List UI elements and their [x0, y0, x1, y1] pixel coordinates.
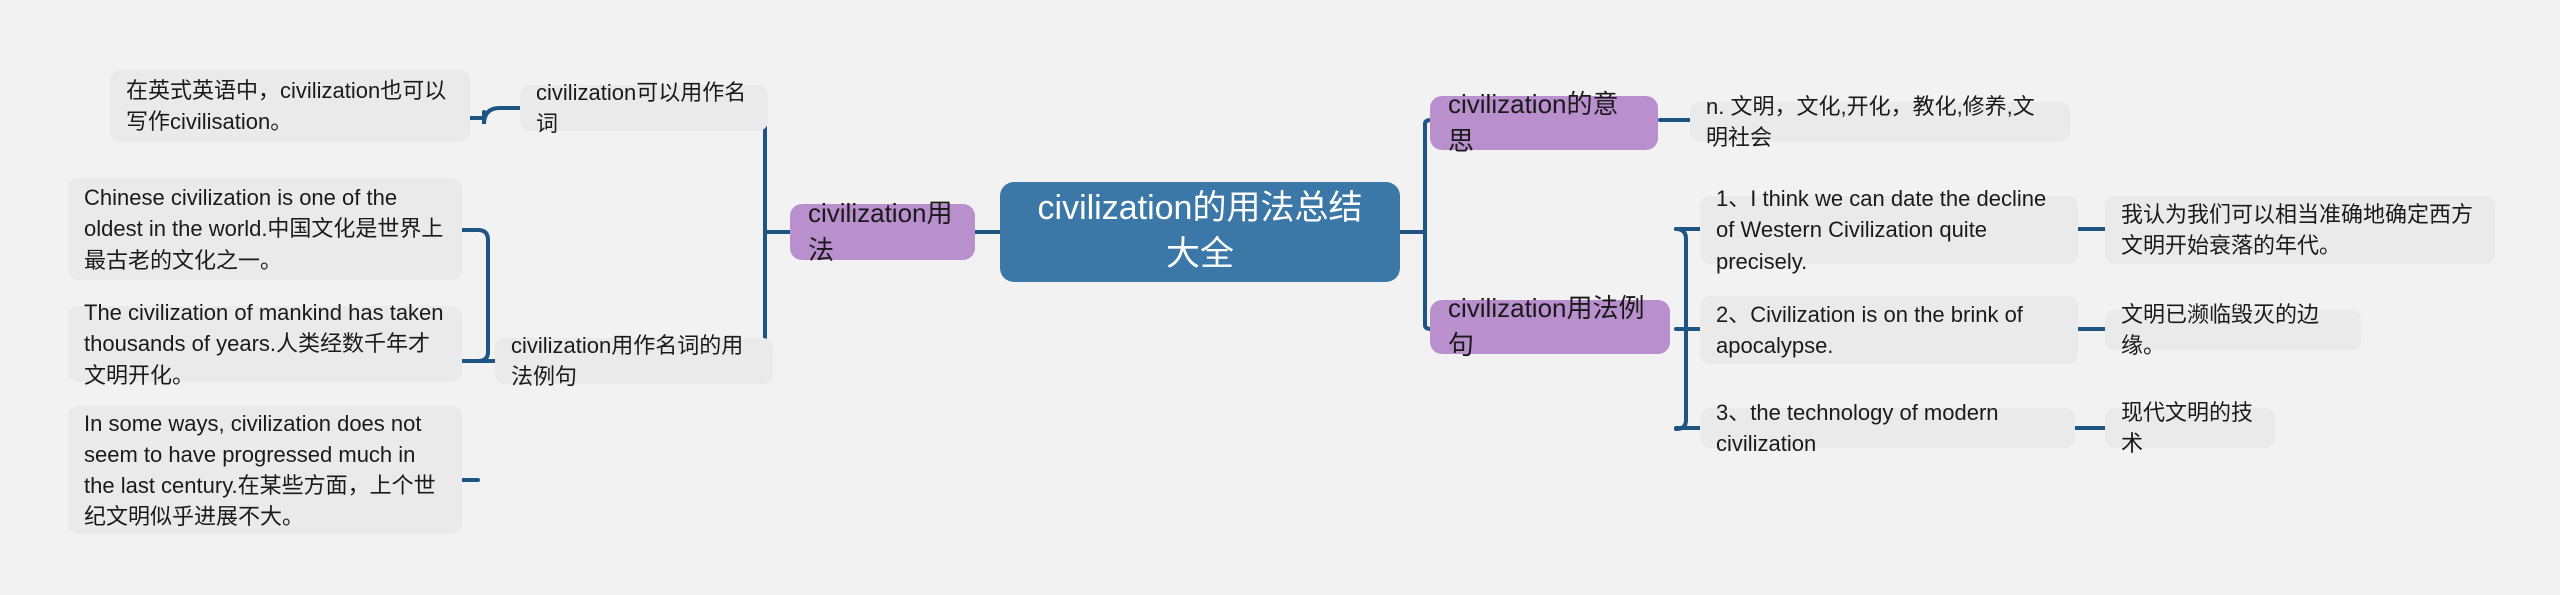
right-example-3[interactable]: 3、the technology of modern civilization	[1700, 400, 2075, 456]
branch-civilization-meaning-label: civilization的意思	[1448, 89, 1619, 156]
meaning-definition-text: n. 文明，文化,开化，教化,修养,文明社会	[1706, 93, 2035, 150]
left-child-noun-examples[interactable]: civilization用作名词的用法例句	[495, 333, 773, 389]
left-example-2[interactable]: The civilization of mankind has taken th…	[68, 300, 462, 388]
link-right-b2-trunk	[1674, 227, 1688, 431]
left-child-noun-usage[interactable]: civilization可以用作名词	[520, 80, 768, 136]
meaning-definition[interactable]: n. 文明，文化,开化，教化,修养,文明社会	[1690, 94, 2070, 150]
left-child-noun-examples-label: civilization用作名词的用法例句	[511, 332, 744, 389]
branch-civilization-example-sentences[interactable]: civilization用法例句	[1430, 293, 1670, 360]
left-example-1[interactable]: Chinese civilization is one of the oldes…	[68, 178, 462, 280]
right-example-2[interactable]: 2、Civilization is on the brink of apocal…	[1700, 296, 2078, 364]
branch-civilization-usage-label: civilization用法	[808, 198, 953, 265]
mindmap-canvas: civilization的用法总结大全 civilization用法 civil…	[0, 0, 2560, 595]
right-example-3-translation[interactable]: 现代文明的技术	[2105, 400, 2275, 456]
right-example-1[interactable]: 1、I think we can date the decline of Wes…	[1700, 186, 2078, 274]
branch-civilization-meaning[interactable]: civilization的意思	[1430, 89, 1658, 156]
left-child-noun-usage-label: civilization可以用作名词	[536, 79, 747, 136]
right-example-3-translation-text: 现代文明的技术	[2121, 399, 2254, 456]
left-example-3[interactable]: In some ways, civilization does not seem…	[68, 406, 462, 534]
right-example-3-text: 3、the technology of modern civilization	[1716, 399, 1999, 456]
right-example-1-translation[interactable]: 我认为我们可以相当准确地确定西方文明开始衰落的年代。	[2105, 196, 2495, 264]
note-british-spelling[interactable]: 在英式英语中，civilization也可以写作civilisation。	[110, 70, 470, 142]
root-node[interactable]: civilization的用法总结大全	[1000, 182, 1400, 282]
right-example-2-translation[interactable]: 文明已濒临毁灭的边缘。	[2105, 302, 2361, 358]
right-example-1-text: 1、I think we can date the decline of Wes…	[1716, 186, 2047, 274]
left-example-3-text: In some ways, civilization does not seem…	[84, 410, 436, 530]
branch-civilization-usage[interactable]: civilization用法	[790, 198, 975, 265]
link-left-note-trunk	[476, 228, 490, 363]
left-example-2-text: The civilization of mankind has taken th…	[84, 300, 444, 388]
note-british-spelling-text: 在英式英语中，civilization也可以写作civilisation。	[126, 77, 447, 134]
right-example-2-text: 2、Civilization is on the brink of apocal…	[1716, 301, 2023, 358]
branch-civilization-example-sentences-label: civilization用法例句	[1448, 293, 1645, 360]
root-node-label: civilization的用法总结大全	[1037, 189, 1363, 273]
right-example-2-translation-text: 文明已濒临毁灭的边缘。	[2121, 301, 2320, 358]
left-example-1-text: Chinese civilization is one of the oldes…	[84, 185, 444, 273]
right-example-1-translation-text: 我认为我们可以相当准确地确定西方文明开始衰落的年代。	[2121, 201, 2474, 258]
link-left-note-1	[482, 106, 502, 125]
